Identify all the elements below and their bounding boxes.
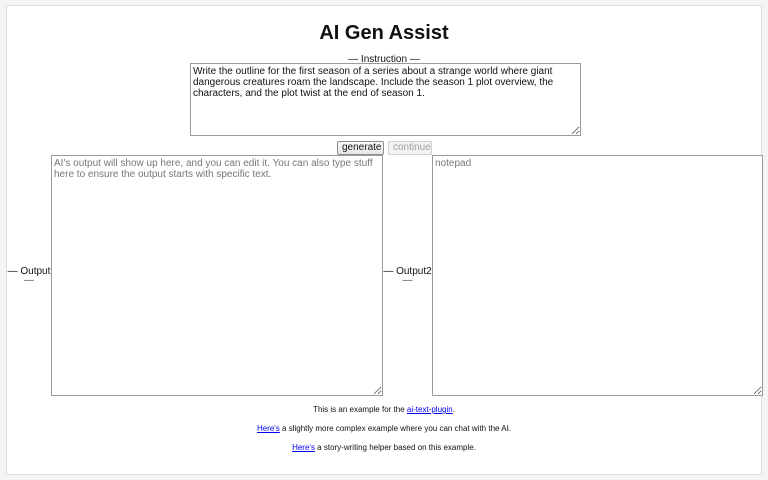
chat-example-link[interactable]: Here's — [257, 424, 280, 433]
output-textarea[interactable] — [51, 155, 383, 396]
footer-line1-prefix: This is an example for the — [313, 405, 407, 414]
output2-label-dash: — — [402, 275, 413, 286]
footer-story-helper: Here's a story-writing helper based on t… — [7, 443, 761, 452]
notepad-textarea[interactable] — [432, 155, 763, 396]
page-title: AI Gen Assist — [319, 22, 449, 44]
footer-line2-suffix: a slightly more complex example where yo… — [279, 424, 512, 433]
ai-text-plugin-link[interactable]: ai-text-plugin — [407, 405, 453, 414]
generate-button[interactable]: generate — [337, 141, 384, 155]
page-container: AI Gen Assist — Instruction — generate c… — [6, 5, 763, 475]
footer-chat-example: Here's a slightly more complex example w… — [7, 424, 761, 433]
continue-button[interactable]: continue — [388, 141, 432, 155]
output-label-dash: — — [24, 275, 34, 286]
output-label: — Output — — [7, 266, 51, 286]
story-helper-link[interactable]: Here's — [292, 443, 315, 452]
footer-line1-suffix: . — [452, 405, 455, 414]
output2-label: — Output2 — — [383, 266, 432, 286]
footer-line3-suffix: a story-writing helper based on this exa… — [314, 443, 476, 452]
footer-plugin-note: This is an example for the ai-text-plugi… — [7, 405, 761, 414]
instruction-textarea[interactable] — [190, 63, 581, 136]
